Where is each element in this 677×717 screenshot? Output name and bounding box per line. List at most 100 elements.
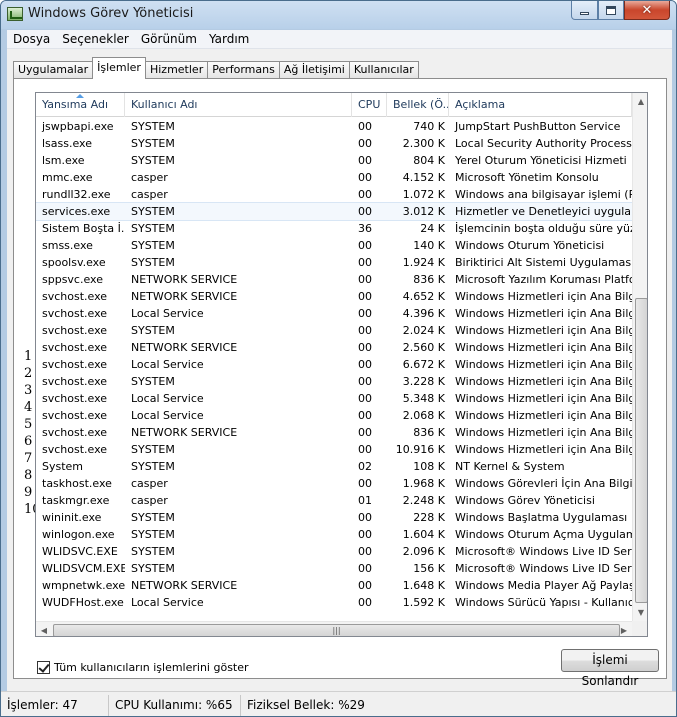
table-row[interactable]: svchost.exe SYSTEM 00 3.228 K Windows Hizmet… [36, 373, 632, 390]
sort-ascending-icon [76, 94, 84, 98]
cell-memory: 2.300 K [402, 137, 445, 150]
table-row[interactable]: svchost.exe NETWORK SERVICE 00 4.652 K Windo… [36, 288, 632, 305]
column-header-description[interactable]: Açıklama [449, 93, 632, 117]
maximize-icon [606, 5, 616, 15]
cell-image-name: svchost.exe [42, 392, 108, 405]
table-row[interactable]: svchost.exe Local Service 00 5.348 K Windows… [36, 390, 632, 407]
cell-description: Windows Hizmetleri için Ana Bilgisayar İ… [455, 375, 632, 388]
table-row[interactable]: WLIDSVCM.EXE SYSTEM 00 156 K Microsoft® Wind… [36, 560, 632, 577]
column-header-memory[interactable]: Bellek (Ö... [387, 93, 449, 117]
vertical-scrollbar[interactable]: ▲ ▼ [632, 93, 647, 621]
vertical-scroll-thumb[interactable] [635, 298, 647, 603]
table-row[interactable]: mmc.exe casper 00 4.152 K Microsoft Yönetim … [36, 169, 632, 186]
table-row[interactable]: services.exe SYSTEM 00 3.012 K Hizmetler ve … [36, 202, 633, 221]
cell-user-name: NETWORK SERVICE [131, 273, 238, 286]
table-row[interactable]: WLIDSVC.EXE SYSTEM 00 2.096 K Microsoft® Win… [36, 543, 632, 560]
maximize-button[interactable] [598, 1, 624, 20]
table-row[interactable]: WUDFHost.exe Local Service 00 1.592 K Window… [36, 594, 632, 611]
cell-user-name: SYSTEM [131, 154, 175, 167]
cell-user-name: SYSTEM [131, 545, 175, 558]
cell-image-name: taskmgr.exe [42, 494, 110, 507]
cell-description: Microsoft® Windows Live ID Service Monit… [455, 562, 632, 575]
cell-memory: 108 K [413, 460, 445, 473]
horizontal-scroll-thumb[interactable]: ||| [53, 624, 620, 636]
cell-cpu: 00 [358, 171, 372, 184]
title-bar[interactable]: Windows Görev Yöneticisi ✕ [1, 1, 676, 29]
menu-secenekler[interactable]: Seçenekler [56, 32, 135, 46]
cell-user-name: SYSTEM [131, 443, 175, 456]
menu-yardim[interactable]: Yardım [203, 32, 255, 46]
cell-user-name: casper [131, 171, 168, 184]
cell-description: Windows Hizmetleri için Ana Bilgisayar İ… [455, 324, 632, 337]
scroll-left-arrow-icon[interactable]: ◀ [36, 622, 52, 636]
table-row[interactable]: svchost.exe Local Service 00 4.396 K Windows… [36, 305, 632, 322]
horizontal-scrollbar[interactable]: ◀ ||| ▶ [36, 621, 632, 636]
close-button[interactable]: ✕ [624, 1, 670, 20]
task-manager-icon [7, 7, 23, 21]
table-row[interactable]: winlogon.exe SYSTEM 00 1.604 K Windows Oturu… [36, 526, 632, 543]
cell-description: Windows Başlatma Uygulaması [455, 511, 628, 524]
table-row[interactable]: wininit.exe SYSTEM 00 228 K Windows Başlatma… [36, 509, 632, 526]
minimize-button[interactable] [571, 1, 598, 20]
process-list[interactable]: Yansıma Adı Kullanıcı Adı CPU Bellek (Ö.… [35, 92, 648, 637]
cell-cpu: 36 [358, 222, 372, 235]
list-header: Yansıma Adı Kullanıcı Adı CPU Bellek (Ö.… [36, 93, 632, 117]
tab-uygulamalar[interactable]: Uygulamalar [13, 61, 94, 79]
menu-gorunum[interactable]: Görünüm [135, 32, 203, 46]
tab-performans[interactable]: Performans [207, 61, 280, 79]
table-row[interactable]: lsm.exe SYSTEM 00 804 K Yerel Oturum Yönetic… [36, 152, 632, 169]
column-header-cpu[interactable]: CPU [352, 93, 387, 117]
table-row[interactable]: spoolsv.exe SYSTEM 00 1.924 K Biriktirici Al… [36, 254, 632, 271]
cell-cpu: 00 [358, 443, 372, 456]
cell-user-name: SYSTEM [131, 460, 175, 473]
scroll-right-arrow-icon[interactable]: ▶ [616, 622, 632, 636]
cell-image-name: wmpnetwk.exe [42, 579, 125, 592]
table-row[interactable]: svchost.exe SYSTEM 00 2.024 K Windows Hizmet… [36, 322, 632, 339]
menu-dosya[interactable]: Dosya [7, 32, 56, 46]
cell-cpu: 00 [358, 137, 372, 150]
scroll-down-arrow-icon[interactable]: ▼ [633, 604, 647, 621]
table-row[interactable]: svchost.exe Local Service 00 6.672 K Windows… [36, 356, 632, 373]
cell-memory: 804 K [413, 154, 445, 167]
cell-user-name: SYSTEM [131, 528, 175, 541]
table-row[interactable]: svchost.exe NETWORK SERVICE 00 2.560 K Windo… [36, 339, 632, 356]
scroll-up-arrow-icon[interactable]: ▲ [633, 93, 647, 110]
show-all-users-option[interactable]: Tüm kullanıcıların işlemlerini göster [37, 661, 249, 674]
cell-memory: 2.560 K [402, 341, 445, 354]
tab-hizmetler[interactable]: Hizmetler [144, 61, 209, 79]
table-row[interactable]: svchost.exe NETWORK SERVICE 00 836 K Windows… [36, 424, 632, 441]
tab-ag-iletisimi[interactable]: Ağ İletişimi [278, 61, 350, 79]
table-row[interactable]: rundll32.exe casper 00 1.072 K Windows ana b… [36, 186, 632, 203]
cell-memory: 836 K [413, 273, 445, 286]
cell-image-name: svchost.exe [42, 290, 108, 303]
table-row[interactable]: svchost.exe SYSTEM 00 10.916 K Windows Hizme… [36, 441, 632, 458]
table-row[interactable]: smss.exe SYSTEM 00 140 K Windows Oturum Yöne… [36, 237, 632, 254]
end-process-button[interactable]: İşlemi Sonlandır [561, 649, 659, 688]
column-header-user-name[interactable]: Kullanıcı Adı [125, 93, 352, 117]
table-row[interactable]: Sistem Boşta İ... SYSTEM 36 24 K İşlemcinin … [36, 220, 632, 237]
cell-user-name: Local Service [131, 409, 204, 422]
tab-islemler[interactable]: İşlemler [92, 57, 146, 79]
table-row[interactable]: taskmgr.exe casper 01 2.248 K Windows Görev … [36, 492, 632, 509]
table-row[interactable]: sppsvc.exe NETWORK SERVICE 00 836 K Microsof… [36, 271, 632, 288]
table-row[interactable]: System SYSTEM 02 108 K NT Kernel & System [36, 458, 632, 475]
cell-memory: 4.652 K [402, 290, 445, 303]
tab-kullanicilar[interactable]: Kullanıcılar [348, 61, 419, 79]
cell-cpu: 00 [358, 596, 372, 609]
table-row[interactable]: taskhost.exe casper 00 1.968 K Windows Görev… [36, 475, 632, 492]
cell-memory: 2.024 K [402, 324, 445, 337]
show-all-users-checkbox[interactable] [37, 661, 50, 674]
column-header-image-name[interactable]: Yansıma Adı [36, 93, 125, 117]
cell-image-name: WLIDSVC.EXE [42, 545, 118, 558]
cell-cpu: 00 [358, 392, 372, 405]
table-row[interactable]: jswpbapi.exe SYSTEM 00 740 K JumpStart PushB… [36, 118, 632, 135]
cell-image-name: Sistem Boşta İ... [42, 222, 125, 235]
table-row[interactable]: wmpnetwk.exe NETWORK SERVICE 00 1.648 K Wind… [36, 577, 632, 594]
table-row[interactable]: lsass.exe SYSTEM 00 2.300 K Local Security A… [36, 135, 632, 152]
table-row[interactable]: svchost.exe Local Service 00 2.068 K Windows… [36, 407, 632, 424]
cell-image-name: svchost.exe [42, 341, 108, 354]
cell-memory: 1.604 K [402, 528, 445, 541]
cell-user-name: Local Service [131, 392, 204, 405]
cell-user-name: SYSTEM [131, 239, 175, 252]
cell-user-name: casper [131, 477, 168, 490]
